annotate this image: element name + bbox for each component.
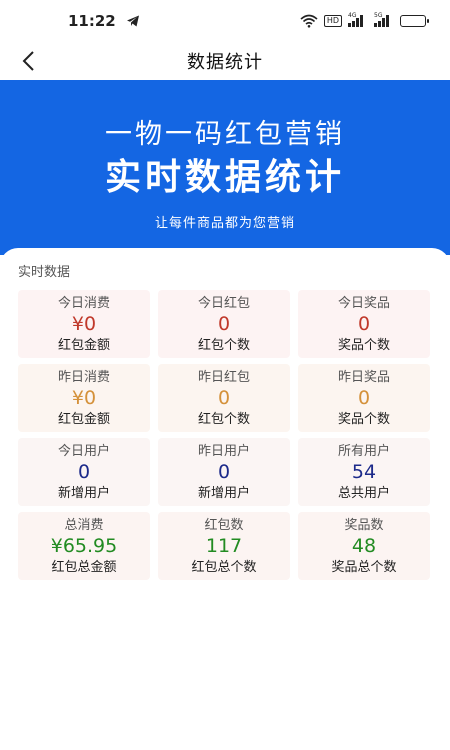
back-button[interactable] (14, 46, 44, 76)
wifi-icon (300, 14, 318, 28)
stat-value: 0 (357, 386, 371, 409)
cell-signal-icon: 5G (374, 12, 394, 27)
stats-card: 实时数据 今日消费 ¥0 红包金额 今日红包 0 红包个数 今日奖品 0 奖品个… (0, 248, 450, 750)
stat-value: 48 (351, 534, 377, 557)
stat-caption: 红包个数 (197, 337, 250, 353)
stat-label: 总消费 (64, 517, 104, 533)
signal-label: 4G (348, 12, 357, 19)
stat-all-users: 所有用户 54 总共用户 (298, 438, 430, 506)
stat-label: 奖品数 (344, 517, 384, 533)
nav-bar: 数据统计 (0, 42, 450, 80)
stat-today-redpacket: 今日红包 0 红包个数 (158, 290, 290, 358)
stat-today-prize: 今日奖品 0 奖品个数 (298, 290, 430, 358)
stat-label: 今日奖品 (337, 295, 390, 311)
stat-label: 昨日红包 (197, 369, 250, 385)
chevron-left-icon (22, 51, 34, 71)
stat-yesterday-prize: 昨日奖品 0 奖品个数 (298, 364, 430, 432)
stat-today-users: 今日用户 0 新增用户 (18, 438, 150, 506)
stat-label: 今日消费 (57, 295, 110, 311)
cell-signal-icon: 4G (348, 12, 368, 27)
hero-subtitle: 让每件商品都为您营销 (154, 216, 295, 231)
stat-caption: 新增用户 (197, 485, 250, 501)
battery-icon (400, 15, 429, 27)
stat-caption: 总共用户 (337, 485, 390, 501)
stat-label: 昨日奖品 (337, 369, 390, 385)
stat-value: 0 (217, 386, 231, 409)
signal-label: 5G (374, 12, 383, 19)
stat-caption: 红包总个数 (191, 559, 257, 575)
stat-label: 昨日用户 (197, 443, 250, 459)
stat-total-spend: 总消费 ¥65.95 红包总金额 (18, 512, 150, 580)
stat-caption: 奖品总个数 (331, 559, 397, 575)
section-title: 实时数据 (18, 265, 71, 280)
stat-value: ¥65.95 (50, 534, 118, 557)
stat-yesterday-users: 昨日用户 0 新增用户 (158, 438, 290, 506)
hero-banner: 一物一码红包营销 实时数据统计 让每件商品都为您营销 (0, 80, 450, 255)
page-title: 数据统计 (187, 52, 263, 73)
stat-label: 所有用户 (337, 443, 390, 459)
stat-caption: 红包金额 (57, 337, 110, 353)
stat-today-spend: 今日消费 ¥0 红包金额 (18, 290, 150, 358)
stat-total-redpackets: 红包数 117 红包总个数 (158, 512, 290, 580)
status-time: 11:22 (68, 12, 116, 30)
hero-title: 一物一码红包营销 (105, 119, 345, 150)
stat-caption: 新增用户 (57, 485, 110, 501)
stat-caption: 奖品个数 (337, 411, 390, 427)
stat-total-prizes: 奖品数 48 奖品总个数 (298, 512, 430, 580)
hd-badge: HD (323, 15, 342, 27)
hero-headline: 实时数据统计 (104, 157, 345, 198)
stat-yesterday-redpacket: 昨日红包 0 红包个数 (158, 364, 290, 432)
status-bar: 11:22 HD 4G 5G (0, 0, 450, 42)
stat-value: ¥0 (71, 312, 97, 335)
stat-label: 红包数 (204, 517, 244, 533)
stat-value: 0 (217, 460, 231, 483)
stat-caption: 红包金额 (57, 411, 110, 427)
stat-value: 0 (217, 312, 231, 335)
stat-caption: 红包总金额 (51, 559, 117, 575)
stat-value: ¥0 (71, 386, 97, 409)
stat-label: 今日用户 (57, 443, 110, 459)
stat-caption: 红包个数 (197, 411, 250, 427)
stat-value: 0 (77, 460, 91, 483)
stat-value: 117 (205, 534, 243, 557)
stat-value: 0 (357, 312, 371, 335)
stat-value: 54 (351, 460, 377, 483)
stat-label: 今日红包 (197, 295, 250, 311)
stats-grid: 今日消费 ¥0 红包金额 今日红包 0 红包个数 今日奖品 0 奖品个数 昨日消… (18, 290, 430, 580)
stat-yesterday-spend: 昨日消费 ¥0 红包金额 (18, 364, 150, 432)
status-icons: HD 4G 5G (300, 12, 429, 28)
telegram-icon (126, 15, 139, 27)
stat-caption: 奖品个数 (337, 337, 390, 353)
stat-label: 昨日消费 (57, 369, 110, 385)
